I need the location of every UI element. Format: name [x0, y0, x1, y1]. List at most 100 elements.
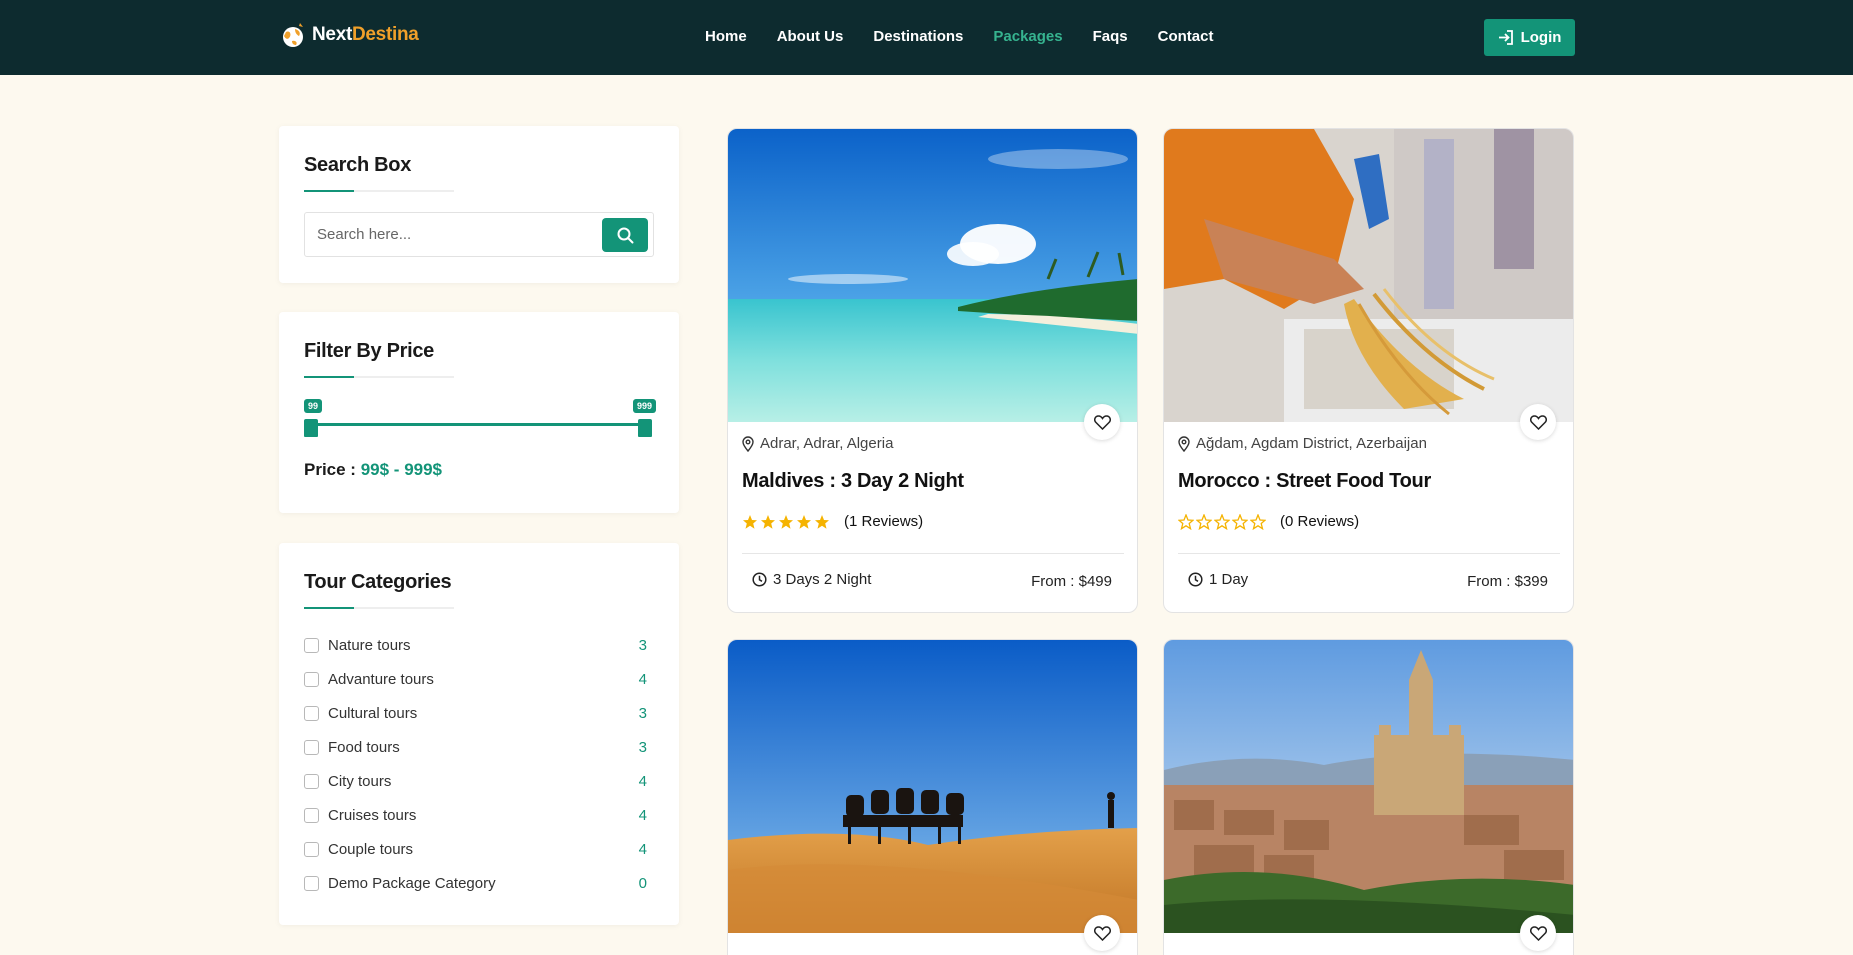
- package-rating: (1 Reviews): [742, 513, 923, 530]
- street-food-photo[interactable]: [1164, 129, 1573, 422]
- nav-about-us[interactable]: About Us: [777, 28, 844, 45]
- search-icon: [617, 227, 633, 243]
- category-item[interactable]: Demo Package Category 0: [304, 866, 654, 900]
- package-price: From : $499: [1031, 573, 1112, 590]
- globe-logo-icon: [282, 22, 306, 48]
- star-outline-icon: [1250, 513, 1266, 530]
- price-value: 99$ - 999$: [360, 460, 443, 479]
- sign-in-icon: [1498, 30, 1513, 45]
- category-checkbox[interactable]: [304, 875, 319, 891]
- historic-city-cathedral-photo[interactable]: [1164, 640, 1573, 933]
- star-outline-icon: [1214, 513, 1230, 530]
- category-checkbox[interactable]: [304, 807, 319, 823]
- login-label: Login: [1520, 29, 1562, 46]
- site-logo[interactable]: NextDestina: [282, 22, 419, 48]
- category-label: Demo Package Category: [328, 874, 496, 892]
- card-divider: [742, 553, 1124, 554]
- title-underline: [304, 190, 454, 192]
- star-filled-icon: [779, 514, 793, 529]
- favorite-button[interactable]: [1520, 404, 1556, 440]
- title-underline: [304, 607, 454, 609]
- category-count: 4: [638, 670, 647, 688]
- category-label: Advanture tours: [328, 670, 434, 688]
- favorite-button[interactable]: [1084, 404, 1120, 440]
- category-checkbox[interactable]: [304, 739, 319, 755]
- desert-camel-caravan-photo[interactable]: [728, 640, 1137, 933]
- search-input[interactable]: [305, 213, 595, 256]
- price-range-display: Price : 99$ - 999$: [304, 460, 442, 480]
- package-rating: (0 Reviews): [1178, 513, 1359, 530]
- category-checkbox[interactable]: [304, 705, 319, 721]
- category-item[interactable]: Food tours 3: [304, 730, 654, 764]
- favorite-button[interactable]: [1084, 915, 1120, 951]
- category-label: Nature tours: [328, 636, 411, 654]
- package-title[interactable]: Morocco : Street Food Tour: [1178, 470, 1431, 493]
- package-card[interactable]: Adrar, Adrar, Algeria Maldives : 3 Day 2…: [727, 128, 1138, 613]
- map-pin-icon: [1178, 435, 1190, 452]
- category-count: 4: [638, 772, 647, 790]
- package-card[interactable]: [727, 639, 1138, 955]
- category-checkbox[interactable]: [304, 637, 319, 653]
- star-filled-icon: [815, 514, 829, 529]
- category-label: City tours: [328, 772, 392, 790]
- categories-title: Tour Categories: [304, 571, 452, 593]
- category-item[interactable]: City tours 4: [304, 764, 654, 798]
- login-button[interactable]: Login: [1484, 19, 1575, 56]
- clock-icon: [752, 572, 767, 587]
- main-nav: Home About Us Destinations Packages Faqs…: [705, 28, 1243, 45]
- slider-max-tooltip: 999: [633, 399, 657, 413]
- category-item[interactable]: Couple tours 4: [304, 832, 654, 866]
- category-label: Cruises tours: [328, 806, 417, 824]
- review-count: (0 Reviews): [1280, 513, 1360, 530]
- package-location-text: Adrar, Adrar, Algeria: [760, 435, 894, 452]
- star-filled-icon: [797, 514, 811, 529]
- package-location: Ağdam, Agdam District, Azerbaijan: [1178, 435, 1427, 452]
- category-item[interactable]: Advanture tours 4: [304, 662, 654, 696]
- search-box: [304, 212, 654, 257]
- package-card[interactable]: [1163, 639, 1574, 955]
- tropical-beach-photo[interactable]: [728, 129, 1137, 422]
- logo-text-part2: Destina: [351, 24, 419, 45]
- heart-icon: [1529, 414, 1547, 430]
- package-duration-text: 3 Days 2 Night: [773, 571, 872, 588]
- nav-packages[interactable]: Packages: [993, 28, 1062, 45]
- package-location: Adrar, Adrar, Algeria: [742, 435, 893, 452]
- price-filter-title: Filter By Price: [304, 340, 435, 362]
- price-filter-widget: Filter By Price 99 999 Price : 99$ - 999…: [279, 312, 679, 513]
- tour-categories-widget: Tour Categories Nature tours 3 Advanture …: [279, 543, 679, 925]
- category-label: Couple tours: [328, 840, 414, 858]
- category-count: 0: [638, 874, 647, 892]
- category-item[interactable]: Cultural tours 3: [304, 696, 654, 730]
- category-item[interactable]: Cruises tours 4: [304, 798, 654, 832]
- category-count: 3: [638, 738, 647, 756]
- slider-max-handle[interactable]: [638, 419, 652, 437]
- star-filled-icon: [761, 514, 775, 529]
- star-rating: [1178, 513, 1266, 530]
- price-range-slider[interactable]: 99 999: [304, 399, 657, 439]
- search-button[interactable]: [602, 218, 648, 252]
- site-header: NextDestina Home About Us Destinations P…: [0, 0, 1853, 75]
- heart-icon: [1529, 925, 1547, 941]
- favorite-button[interactable]: [1520, 915, 1556, 951]
- package-card[interactable]: Ağdam, Agdam District, Azerbaijan Morocc…: [1163, 128, 1574, 613]
- slider-track: [312, 423, 646, 426]
- category-checkbox[interactable]: [304, 841, 319, 857]
- nav-home[interactable]: Home: [705, 28, 747, 45]
- category-count: 4: [638, 840, 647, 858]
- nav-faqs[interactable]: Faqs: [1093, 28, 1128, 45]
- star-outline-icon: [1196, 513, 1212, 530]
- category-label: Cultural tours: [328, 704, 418, 722]
- nav-contact[interactable]: Contact: [1158, 28, 1214, 45]
- clock-icon: [1188, 572, 1203, 587]
- package-location-text: Ağdam, Agdam District, Azerbaijan: [1196, 435, 1427, 452]
- map-pin-icon: [742, 435, 754, 452]
- logo-text-part1: Next: [312, 24, 352, 45]
- price-label: Price :: [304, 460, 356, 479]
- slider-min-handle[interactable]: [304, 419, 318, 437]
- review-count: (1 Reviews): [844, 513, 924, 530]
- nav-destinations[interactable]: Destinations: [873, 28, 963, 45]
- category-checkbox[interactable]: [304, 773, 319, 789]
- category-item[interactable]: Nature tours 3: [304, 628, 654, 662]
- category-checkbox[interactable]: [304, 671, 319, 687]
- package-title[interactable]: Maldives : 3 Day 2 Night: [742, 470, 964, 493]
